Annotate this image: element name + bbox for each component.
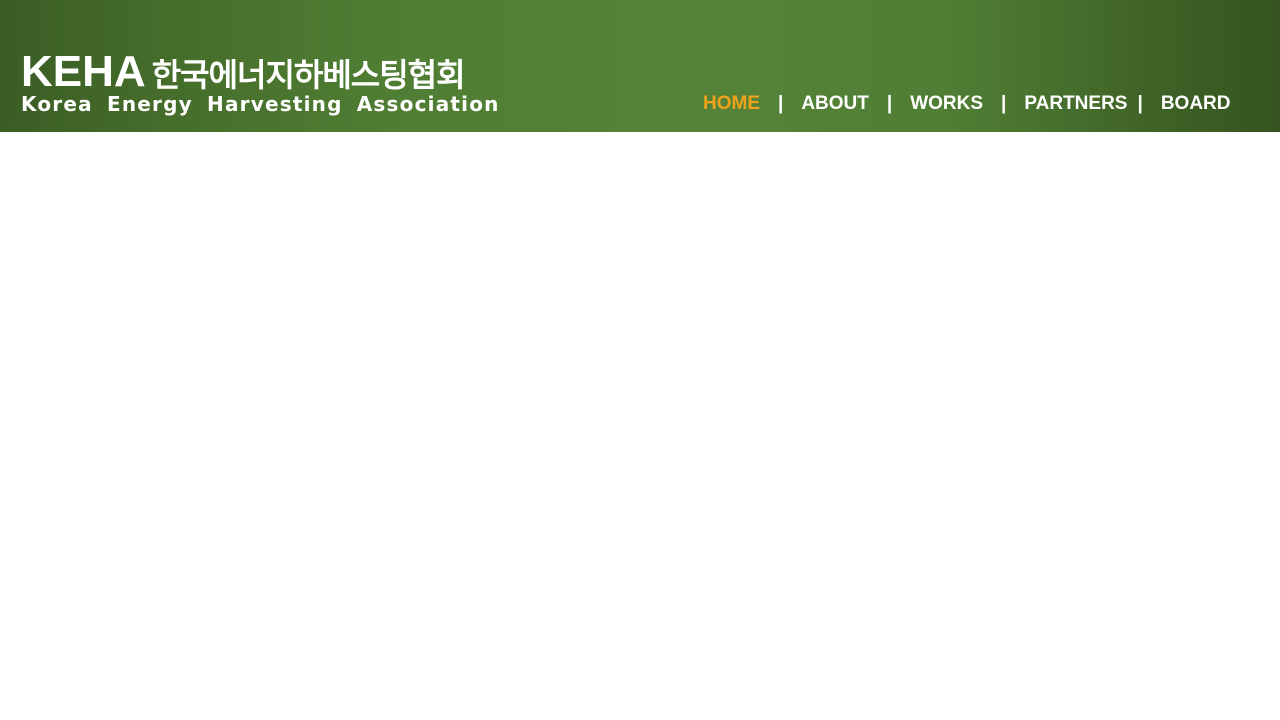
- logo-english-name: Korea Energy Harvesting Association: [21, 92, 500, 116]
- logo-korean-name: 한국에너지하베스팅협회: [151, 56, 466, 94]
- nav-home[interactable]: HOME: [703, 93, 760, 115]
- nav-separator: |: [886, 93, 893, 114]
- nav-separator: |: [778, 93, 784, 114]
- nav-works[interactable]: WORKS: [910, 93, 983, 115]
- site-logo[interactable]: KEHA 한국에너지하베스팅협회 Korea Energy Harvesting…: [21, 50, 500, 116]
- nav-separator: |: [1137, 93, 1143, 114]
- logo-title-row: KEHA 한국에너지하베스팅협회: [21, 50, 500, 95]
- main-navigation: HOME | ABOUT | WORKS | PARTNERS | BOARD: [703, 92, 1230, 116]
- nav-separator: |: [1001, 93, 1007, 114]
- nav-board[interactable]: BOARD: [1161, 93, 1231, 115]
- logo-abbreviation: KEHA: [21, 47, 146, 96]
- nav-partners[interactable]: PARTNERS: [1024, 93, 1127, 115]
- nav-about[interactable]: ABOUT: [801, 93, 869, 115]
- site-header: KEHA 한국에너지하베스팅협회 Korea Energy Harvesting…: [0, 0, 1280, 132]
